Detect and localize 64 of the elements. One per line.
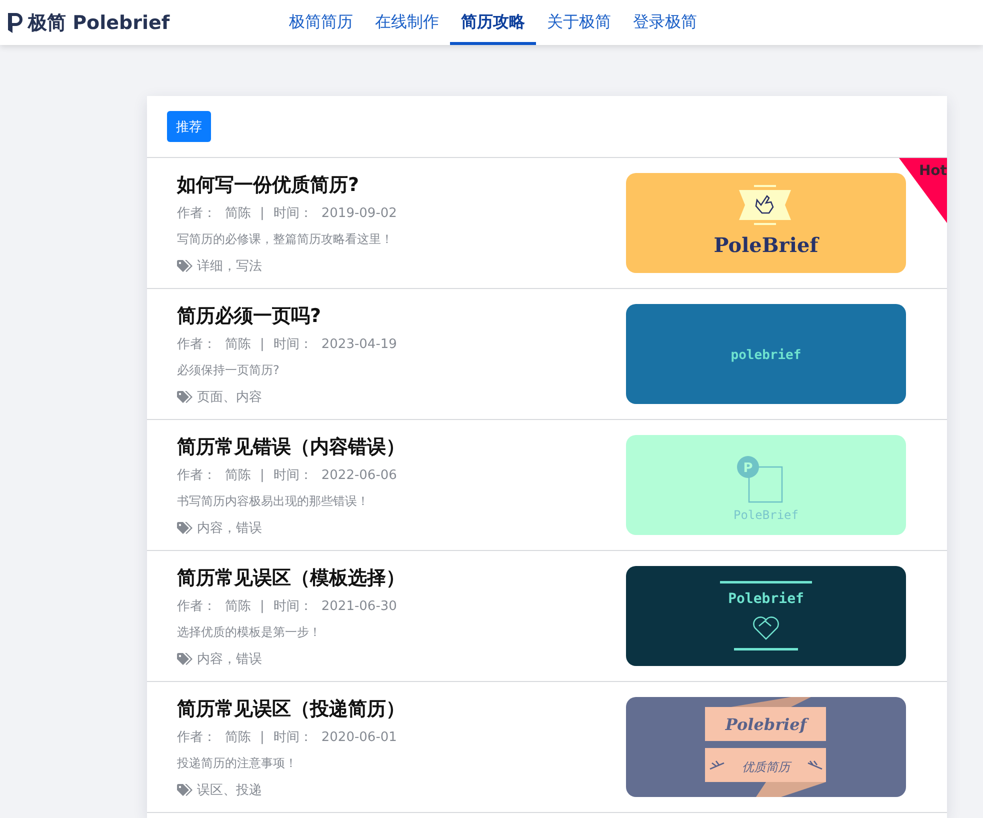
tags-icon xyxy=(177,652,193,666)
author-name: 简陈 xyxy=(225,598,251,616)
handshake-heart-icon xyxy=(753,616,779,640)
nav-link[interactable]: 在线制作 xyxy=(364,3,450,45)
meta-separator: | xyxy=(260,336,264,354)
banner-text: PoleBrief xyxy=(733,508,799,522)
article-title[interactable]: 简历必须一页吗? xyxy=(177,303,322,329)
article-title[interactable]: 简历常见错误（内容错误） xyxy=(177,434,405,460)
hot-label: Hot xyxy=(918,162,947,180)
date-label: 时间： xyxy=(273,729,312,747)
nav-link[interactable]: 登录极简 xyxy=(622,3,708,45)
date-label: 时间： xyxy=(273,598,312,616)
article-tags: 详细，写法 xyxy=(197,257,262,275)
circle-icon xyxy=(737,456,759,478)
publish-date: 2021-06-30 xyxy=(321,598,397,616)
logo-icon xyxy=(7,12,24,34)
meta-separator: | xyxy=(260,729,264,747)
banner-text: P xyxy=(743,461,753,476)
banner-text: polebrief xyxy=(730,348,802,363)
author-name: 简陈 xyxy=(225,729,251,747)
article-summary: 投递简历的注意事项！ xyxy=(177,755,297,771)
article-summary: 必须保持一页简历? xyxy=(177,362,280,378)
nav-link[interactable]: 简历攻略 xyxy=(450,3,536,45)
date-label: 时间： xyxy=(273,467,312,485)
banner-text: PoleBrief xyxy=(714,233,818,257)
article-summary: 选择优质的模板是第一步！ xyxy=(177,624,321,640)
nav-link[interactable]: 极简简历 xyxy=(278,3,364,45)
meta-separator: | xyxy=(260,598,264,616)
article-summary: 书写简历内容极易出现的那些错误！ xyxy=(177,493,369,509)
article-title[interactable]: 简历常见误区（投递简历） xyxy=(177,696,405,722)
tags-icon xyxy=(177,784,193,796)
publish-date: 2022-06-06 xyxy=(321,467,397,485)
recommend-button[interactable]: 推荐 xyxy=(167,111,211,142)
article-tags: 内容，错误 xyxy=(197,519,262,537)
article-tags: 误区、投递 xyxy=(197,781,262,799)
article-summary: 写简历的必修课，整篇简历攻略看这里！ xyxy=(177,231,393,247)
publish-date: 2019-09-02 xyxy=(321,205,397,223)
banner-text: Polebrief xyxy=(725,715,807,734)
hand-icon xyxy=(739,185,791,225)
article-title[interactable]: 如何写一份优质简历? xyxy=(177,172,360,198)
author-name: 简陈 xyxy=(225,336,251,354)
nav-link[interactable]: 关于极简 xyxy=(536,3,622,45)
author-name: 简陈 xyxy=(225,467,251,485)
brand-name[interactable]: 极简 Polebrief xyxy=(28,10,170,36)
banner-text: 优质简历 xyxy=(742,760,790,774)
banner-text: Polebrief xyxy=(728,591,804,607)
article-tags: 内容，错误 xyxy=(197,650,262,668)
publish-date: 2023-04-19 xyxy=(321,336,397,354)
meta-separator: | xyxy=(260,205,264,223)
author-label: 作者： xyxy=(177,205,216,223)
author-label: 作者： xyxy=(177,729,216,747)
tags-icon xyxy=(177,260,193,272)
date-label: 时间： xyxy=(273,336,312,354)
author-label: 作者： xyxy=(177,467,216,485)
tags-icon xyxy=(177,522,193,534)
tags-icon xyxy=(177,390,193,404)
author-label: 作者： xyxy=(177,336,216,354)
publish-date: 2020-06-01 xyxy=(321,729,397,747)
article-tags: 页面、内容 xyxy=(197,388,262,406)
meta-separator: | xyxy=(260,467,264,485)
date-label: 时间： xyxy=(273,205,312,223)
author-label: 作者： xyxy=(177,598,216,616)
author-name: 简陈 xyxy=(225,205,251,223)
article-title[interactable]: 简历常见误区（模板选择） xyxy=(177,565,405,591)
